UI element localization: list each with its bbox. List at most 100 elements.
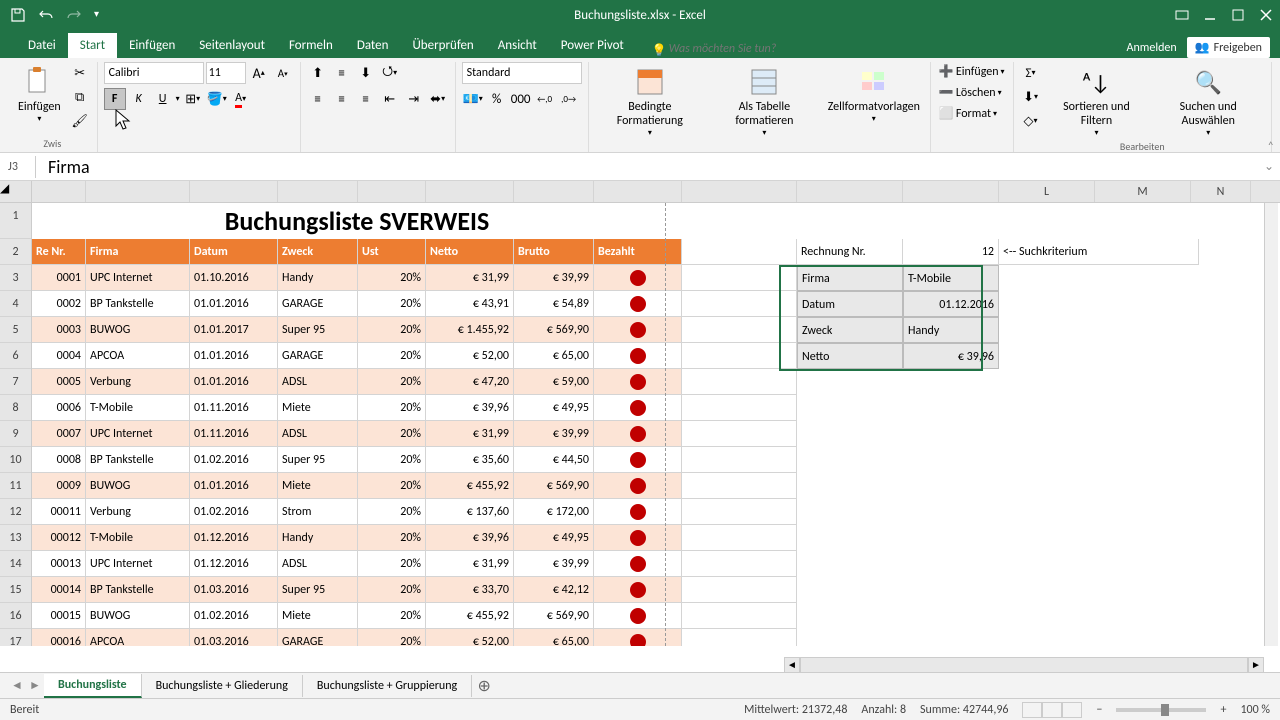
sheet-nav-prev-icon[interactable]: ◄ xyxy=(8,678,26,693)
tab-ueberpruefen[interactable]: Überprüfen xyxy=(400,33,485,58)
row-header[interactable]: 2 xyxy=(0,239,31,265)
conditional-format-button[interactable]: Bedingte Formatierung▾ xyxy=(595,62,705,140)
decrease-indent-icon[interactable]: ⇤ xyxy=(379,88,401,110)
table-row[interactable]: 0004APCOA01.01.2016GARAGE20%€ 52,00€ 65,… xyxy=(32,343,1280,369)
lookup-label[interactable]: Netto xyxy=(797,343,903,369)
lookup-hint[interactable]: <-- Suchkriterium xyxy=(999,239,1199,265)
expand-formula-icon[interactable]: ⌄ xyxy=(1258,159,1280,174)
row-header[interactable]: 13 xyxy=(0,525,31,551)
fill-icon[interactable]: ⬇▾ xyxy=(1020,86,1042,108)
cut-icon[interactable]: ✂ xyxy=(69,62,91,84)
ribbon-display-icon[interactable] xyxy=(1168,0,1196,30)
italic-button[interactable]: K xyxy=(128,88,150,110)
tab-formeln[interactable]: Formeln xyxy=(277,33,345,58)
align-top-icon[interactable]: ⬆ xyxy=(307,62,329,84)
cell-styles-button[interactable]: Zellformatvorlagen▾ xyxy=(824,62,924,126)
col-header[interactable] xyxy=(426,181,514,202)
paste-button[interactable]: Einfügen▾ xyxy=(14,62,65,126)
align-left-icon[interactable]: ≡ xyxy=(307,88,329,110)
vertical-scrollbar[interactable] xyxy=(1264,203,1278,646)
row-header[interactable]: 7 xyxy=(0,369,31,395)
lookup-value[interactable]: T-Mobile xyxy=(903,265,999,291)
find-select-button[interactable]: 🔍Suchen und Auswählen▾ xyxy=(1151,62,1265,140)
align-bottom-icon[interactable]: ⬇ xyxy=(355,62,377,84)
save-icon[interactable] xyxy=(10,7,26,23)
format-cells-button[interactable]: ⬜Format ▾ xyxy=(937,104,1007,123)
zoom-out-icon[interactable]: − xyxy=(1096,703,1102,717)
orientation-icon[interactable]: ⭯▾ xyxy=(379,62,401,84)
row-header[interactable]: 12 xyxy=(0,499,31,525)
table-row[interactable]: 00015BUWOG01.02.2016Miete20%€ 455,92€ 56… xyxy=(32,603,1280,629)
sheet-tab-3[interactable]: Buchungsliste + Gruppierung xyxy=(303,675,472,697)
row-header[interactable]: 5 xyxy=(0,317,31,343)
format-painter-icon[interactable]: 🖌 xyxy=(69,110,91,132)
table-row[interactable]: 0006T-Mobile01.11.2016Miete20%€ 39,96€ 4… xyxy=(32,395,1280,421)
autosum-icon[interactable]: Σ▾ xyxy=(1020,62,1042,84)
name-box[interactable]: J3 xyxy=(0,156,36,178)
fill-color-icon[interactable]: 🪣▾ xyxy=(206,88,228,110)
tab-start[interactable]: Start xyxy=(68,33,117,58)
col-header[interactable] xyxy=(682,181,797,202)
table-row[interactable]: 0003BUWOG01.01.2017Super 9520%€ 1.455,92… xyxy=(32,317,1280,343)
col-header[interactable] xyxy=(278,181,358,202)
tab-einfuegen[interactable]: Einfügen xyxy=(117,33,187,58)
header-brutto[interactable]: Brutto xyxy=(514,239,594,265)
table-row[interactable]: 00016APCOA01.03.2016GARAGE20%€ 52,00€ 65… xyxy=(32,629,1280,646)
table-row[interactable]: 00013UPC Internet01.12.2016ADSL20%€ 31,9… xyxy=(32,551,1280,577)
lookup-label[interactable]: Datum xyxy=(797,291,903,317)
row-header[interactable]: 4 xyxy=(0,291,31,317)
lookup-label[interactable]: Firma xyxy=(797,265,903,291)
sort-filter-button[interactable]: ᴬ↓Sortieren und Filtern▾ xyxy=(1046,62,1148,140)
table-row[interactable]: 00011Verbung01.02.2016Strom20%€ 137,60€ … xyxy=(32,499,1280,525)
col-header[interactable] xyxy=(903,181,999,202)
table-row[interactable]: 00012T-Mobile01.12.2016Handy20%€ 39,96€ … xyxy=(32,525,1280,551)
col-header[interactable] xyxy=(797,181,903,202)
insert-cells-button[interactable]: ➕Einfügen ▾ xyxy=(937,62,1007,81)
number-format-select[interactable] xyxy=(462,62,582,84)
row-header[interactable]: 9 xyxy=(0,421,31,447)
font-name-select[interactable] xyxy=(104,62,204,84)
col-header[interactable]: M xyxy=(1095,181,1191,202)
lookup-label[interactable]: Zweck xyxy=(797,317,903,343)
lookup-value[interactable]: € 39,96 xyxy=(903,343,999,369)
undo-icon[interactable] xyxy=(38,7,54,23)
increase-indent-icon[interactable]: ⇥ xyxy=(403,88,425,110)
align-middle-icon[interactable]: ≡ xyxy=(331,62,353,84)
redo-icon[interactable] xyxy=(66,7,82,23)
select-all-corner[interactable]: ◢ xyxy=(0,181,31,203)
signin-link[interactable]: Anmelden xyxy=(1127,41,1177,55)
row-header[interactable]: 3 xyxy=(0,265,31,291)
lookup-value[interactable]: Handy xyxy=(903,317,999,343)
copy-icon[interactable]: ⧉ xyxy=(69,86,91,108)
table-row[interactable]: 0007UPC Internet01.11.2016ADSL20%€ 31,99… xyxy=(32,421,1280,447)
header-renr[interactable]: Re Nr. xyxy=(32,239,86,265)
tab-daten[interactable]: Daten xyxy=(345,33,401,58)
row-header[interactable]: 15 xyxy=(0,577,31,603)
header-netto[interactable]: Netto xyxy=(426,239,514,265)
formula-bar[interactable]: Firma xyxy=(36,152,1258,182)
header-zweck[interactable]: Zweck xyxy=(278,239,358,265)
tab-powerpivot[interactable]: Power Pivot xyxy=(549,33,636,58)
decrease-decimal-icon[interactable]: ,0→ xyxy=(558,88,580,110)
col-header[interactable]: L xyxy=(999,181,1095,202)
horizontal-scrollbar[interactable]: ◄ ► xyxy=(784,656,1264,674)
tab-datei[interactable]: Datei xyxy=(16,33,68,58)
maximize-icon[interactable] xyxy=(1224,0,1252,30)
align-center-icon[interactable]: ≡ xyxy=(331,88,353,110)
scroll-left-icon[interactable]: ◄ xyxy=(784,657,800,673)
col-header[interactable] xyxy=(190,181,278,202)
col-header[interactable] xyxy=(32,181,86,202)
scroll-right-icon[interactable]: ► xyxy=(1248,657,1264,673)
sheet-tab-1[interactable]: Buchungsliste xyxy=(44,674,142,698)
qat-dropdown-icon[interactable]: ▾ xyxy=(94,7,110,23)
view-pagelayout-icon[interactable] xyxy=(1042,702,1062,718)
col-header[interactable] xyxy=(514,181,594,202)
format-table-button[interactable]: Als Tabelle formatieren▾ xyxy=(709,62,820,140)
zoom-in-icon[interactable]: + xyxy=(1220,703,1226,717)
percent-icon[interactable]: % xyxy=(486,88,508,110)
border-icon[interactable]: ⊞▾ xyxy=(182,88,204,110)
tab-seitenlayout[interactable]: Seitenlayout xyxy=(187,33,277,58)
table-row[interactable]: 0005Verbung01.01.2016ADSL20%€ 47,20€ 59,… xyxy=(32,369,1280,395)
bold-button[interactable]: F xyxy=(104,88,126,110)
share-button[interactable]: 👥Freigeben xyxy=(1187,37,1270,58)
